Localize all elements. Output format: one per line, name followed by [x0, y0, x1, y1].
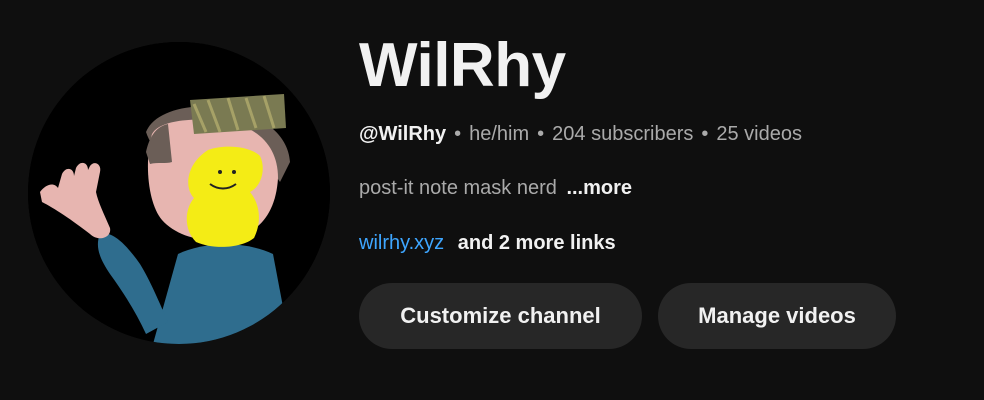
video-count: 25 videos — [716, 123, 802, 145]
channel-title: WilRhy — [359, 31, 566, 100]
meta-separator: • — [537, 123, 545, 145]
channel-website-link[interactable]: wilrhy.xyz — [359, 232, 444, 254]
channel-links: wilrhy.xyz and 2 more links — [359, 229, 969, 257]
channel-description[interactable]: post-it note mask nerd ...more — [359, 174, 969, 202]
channel-handle: @WilRhy — [359, 123, 447, 145]
channel-header: WilRhy @WilRhy • he/him • 204 subscribers • 25… — [0, 0, 984, 400]
description-more-link[interactable]: ...more — [566, 177, 632, 199]
meta-separator: • — [701, 123, 709, 145]
channel-actions: Customize channel Manage videos — [359, 283, 896, 349]
manage-videos-button[interactable]: Manage videos — [658, 283, 896, 349]
channel-meta: @WilRhy • he/him • 204 subscribers • 25 videos — [359, 120, 969, 148]
subscriber-count: 204 subscribers — [552, 123, 694, 145]
avatar-drawing — [28, 42, 330, 344]
more-links-button[interactable]: and 2 more links — [458, 232, 616, 254]
meta-separator: • — [454, 123, 462, 145]
channel-info: WilRhy @WilRhy • he/him • 204 subscribers • 25… — [359, 30, 969, 257]
channel-avatar[interactable] — [28, 42, 330, 344]
channel-pronouns: he/him — [469, 123, 530, 145]
description-text: post-it note mask nerd — [359, 177, 557, 199]
customize-channel-button[interactable]: Customize channel — [359, 283, 642, 349]
